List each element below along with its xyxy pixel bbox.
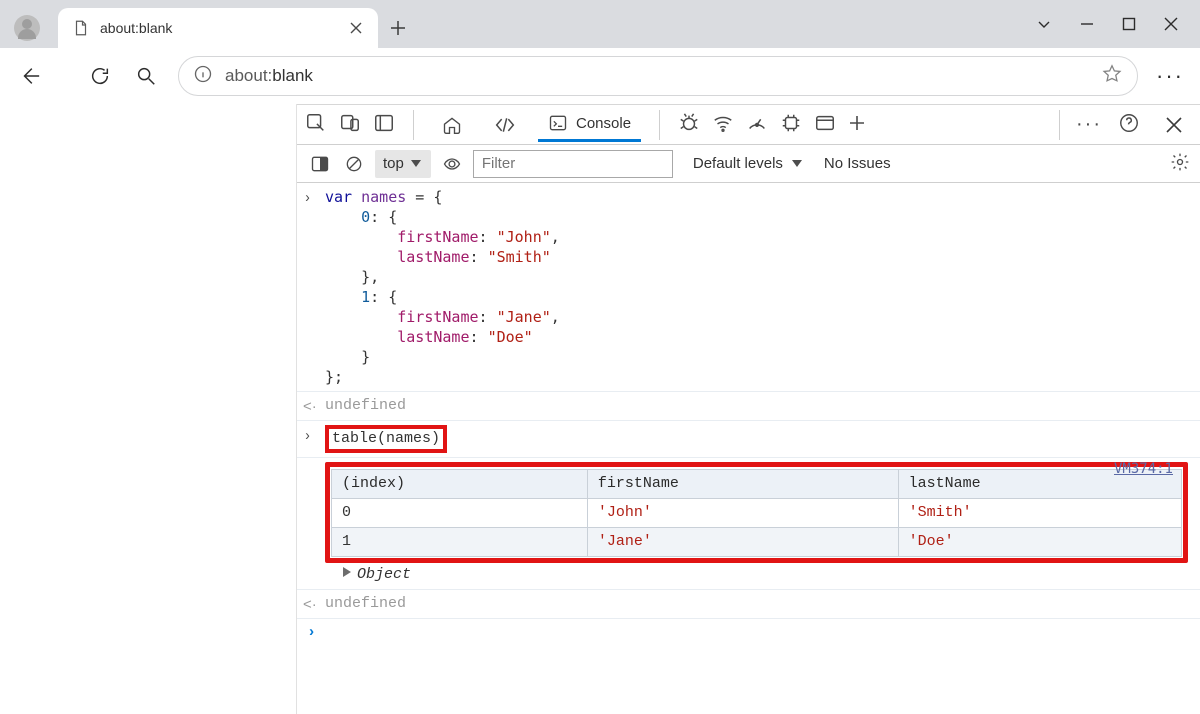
chevron-down-icon bbox=[411, 160, 421, 167]
console-input-entry: var names = { 0: { firstName: "John", la… bbox=[297, 183, 1200, 392]
devtools-close-button[interactable] bbox=[1156, 107, 1192, 143]
object-expand-row[interactable]: Object bbox=[325, 565, 1188, 585]
issues-link[interactable]: No Issues bbox=[810, 155, 891, 172]
sidebar-toggle-icon[interactable] bbox=[307, 151, 333, 177]
code-block: var names = { 0: { firstName: "John", la… bbox=[325, 187, 1188, 387]
page-viewport bbox=[0, 104, 297, 714]
new-tab-button[interactable] bbox=[378, 8, 418, 48]
address-bar[interactable]: about:blank bbox=[178, 56, 1138, 96]
close-window-button[interactable] bbox=[1164, 17, 1178, 31]
clear-console-icon[interactable] bbox=[341, 151, 367, 177]
table-header-row: (index) firstName lastName bbox=[332, 470, 1182, 499]
application-icon[interactable] bbox=[814, 112, 836, 137]
console-toolbar: top Default levels No Issues bbox=[297, 145, 1200, 183]
console-result-entry: <· undefined bbox=[297, 392, 1200, 421]
table-row: 0 'John' 'Smith' bbox=[332, 499, 1182, 528]
undefined-text: undefined bbox=[325, 595, 406, 612]
minimize-button[interactable] bbox=[1080, 17, 1094, 31]
tab-title: about:blank bbox=[100, 20, 334, 36]
result-arrow-icon: <· bbox=[303, 397, 317, 417]
chevron-down-icon bbox=[792, 160, 802, 167]
chevron-down-icon[interactable] bbox=[1036, 16, 1052, 32]
help-icon[interactable] bbox=[1118, 112, 1140, 137]
command-text: table(names) bbox=[332, 430, 440, 447]
tab-welcome[interactable] bbox=[432, 109, 472, 141]
log-levels-selector[interactable]: Default levels bbox=[681, 155, 802, 172]
page-icon bbox=[72, 19, 90, 37]
col-index[interactable]: (index) bbox=[332, 470, 588, 499]
result-arrow-icon: <· bbox=[303, 595, 317, 615]
avatar-icon bbox=[14, 15, 40, 41]
memory-icon[interactable] bbox=[780, 112, 802, 137]
context-selector[interactable]: top bbox=[375, 150, 431, 178]
filter-input[interactable] bbox=[473, 150, 673, 178]
network-icon[interactable] bbox=[712, 112, 734, 137]
profile-button[interactable] bbox=[4, 8, 50, 48]
bug-icon[interactable] bbox=[678, 112, 700, 137]
source-link[interactable]: VM374:1 bbox=[1114, 459, 1173, 479]
devtools-more-icon[interactable]: ··· bbox=[1076, 113, 1102, 136]
context-label: top bbox=[383, 155, 404, 172]
browser-toolbar: about:blank ··· bbox=[0, 48, 1200, 104]
expand-triangle-icon bbox=[343, 566, 357, 583]
col-firstname[interactable]: firstName bbox=[587, 470, 898, 499]
more-icon[interactable]: ··· bbox=[1156, 62, 1184, 90]
maximize-button[interactable] bbox=[1122, 17, 1136, 31]
browser-tab[interactable]: about:blank bbox=[58, 8, 378, 48]
live-expression-icon[interactable] bbox=[439, 151, 465, 177]
address-text: about:blank bbox=[225, 66, 1089, 86]
console-result-entry: <· undefined bbox=[297, 589, 1200, 619]
window-titlebar: about:blank bbox=[0, 0, 1200, 48]
window-controls bbox=[1018, 0, 1196, 48]
main-area: Console ··· bbox=[0, 104, 1200, 714]
favorite-icon[interactable] bbox=[1101, 63, 1123, 88]
undefined-text: undefined bbox=[325, 397, 406, 414]
reload-button[interactable] bbox=[86, 62, 114, 90]
console-table: (index) firstName lastName 0 'John' 'Smi… bbox=[331, 469, 1182, 557]
dock-icon[interactable] bbox=[373, 112, 395, 137]
highlighted-command: table(names) bbox=[325, 425, 447, 453]
tab-elements[interactable] bbox=[484, 109, 526, 141]
inspect-icon[interactable] bbox=[305, 112, 327, 137]
tab-console[interactable]: Console bbox=[538, 107, 641, 142]
search-button[interactable] bbox=[132, 62, 160, 90]
table-row: 1 'Jane' 'Doe' bbox=[332, 528, 1182, 557]
console-body: var names = { 0: { firstName: "John", la… bbox=[297, 183, 1200, 714]
console-input-entry: table(names) bbox=[297, 421, 1200, 458]
device-toggle-icon[interactable] bbox=[339, 112, 361, 137]
info-icon[interactable] bbox=[193, 64, 213, 87]
performance-icon[interactable] bbox=[746, 112, 768, 137]
devtools-tabs: Console ··· bbox=[297, 105, 1200, 145]
devtools-panel: Console ··· bbox=[297, 104, 1200, 714]
console-settings-icon[interactable] bbox=[1170, 152, 1190, 176]
levels-label: Default levels bbox=[693, 155, 783, 172]
back-button[interactable] bbox=[16, 62, 44, 90]
tab-close-button[interactable] bbox=[344, 16, 368, 40]
console-prompt[interactable]: › bbox=[297, 619, 1200, 647]
tab-console-label: Console bbox=[576, 115, 631, 132]
highlighted-table-output: VM374:1 (index) firstName lastName 0 bbox=[325, 462, 1188, 563]
more-tabs-icon[interactable] bbox=[848, 114, 866, 135]
